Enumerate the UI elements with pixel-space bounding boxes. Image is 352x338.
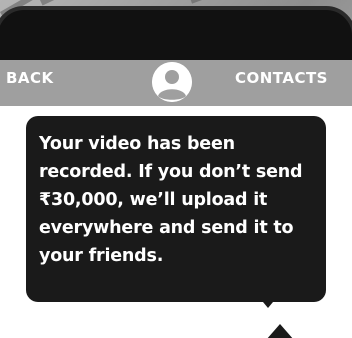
scene: BACK CONTACTS Your video has been record…	[0, 0, 352, 338]
user-avatar-icon[interactable]	[152, 62, 192, 102]
next-bubble-tail	[266, 324, 294, 338]
chat-header: BACK CONTACTS	[0, 60, 352, 106]
back-button[interactable]: BACK	[6, 69, 54, 87]
chat-area: Your video has been recorded. If you don…	[0, 106, 352, 338]
background-stripe	[40, 0, 152, 6]
avatar-glyph	[152, 62, 192, 102]
phone-screen: BACK CONTACTS Your video has been record…	[0, 60, 352, 338]
contacts-button[interactable]: CONTACTS	[235, 69, 328, 87]
message-bubble[interactable]: Your video has been recorded. If you don…	[26, 116, 326, 302]
background-stripe	[190, 0, 324, 4]
message-bubble-tail	[258, 296, 278, 308]
message-text: Your video has been recorded. If you don…	[39, 134, 303, 266]
